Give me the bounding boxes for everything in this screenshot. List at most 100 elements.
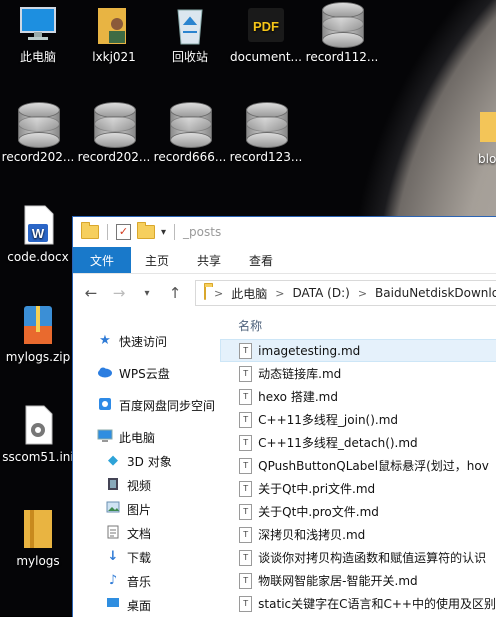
desktop-icon-label: record666... — [153, 150, 227, 164]
markdown-file-icon: T — [239, 411, 253, 428]
desktop-icon-record-202-b[interactable]: record202... — [76, 102, 152, 164]
title-bar: ✓ ▾ _posts — [73, 217, 496, 247]
breadcrumb-this-pc[interactable]: 此电脑 — [231, 285, 267, 302]
file-row[interactable]: Tstatic关键字在C语言和C++中的使用及区别 — [220, 592, 496, 615]
desktop-icon-label: blo — [478, 152, 496, 166]
markdown-file-icon: T — [239, 549, 253, 566]
desktop-icon-sscom-ini[interactable]: sscom51.ini — [0, 402, 76, 464]
sidebar-item-label: 图片 — [127, 502, 152, 517]
up-arrow-icon[interactable]: ↑ — [167, 284, 183, 302]
sidebar-item-desktop[interactable]: 桌面 — [73, 593, 220, 617]
desktop-icon-pdf-document[interactable]: PDF document... — [228, 2, 304, 64]
zip-icon — [16, 302, 60, 346]
cloud-icon — [97, 365, 113, 381]
ribbon-tabs: 文件 主页 共享 查看 — [73, 247, 496, 274]
chevron-right-icon[interactable]: > — [214, 287, 223, 300]
back-arrow-icon[interactable]: ← — [83, 284, 99, 302]
file-row[interactable]: T QPushButtonQLabel鼠标悬浮(划过，hov — [220, 454, 496, 477]
computer-icon — [97, 429, 113, 445]
file-name: C++11多线程_join().md — [258, 413, 399, 427]
breadcrumb-data-drive[interactable]: DATA (D:) — [292, 286, 349, 300]
svg-text:W: W — [32, 226, 45, 241]
sidebar-item-label: 下载 — [127, 550, 152, 565]
desktop-icon-record-123[interactable]: record123... — [228, 102, 304, 164]
chevron-right-icon[interactable]: > — [358, 287, 367, 300]
sidebar-item-baidu-sync[interactable]: 百度网盘同步空间 — [73, 393, 220, 417]
breadcrumb-baidunetdisk[interactable]: BaiduNetdiskDownloa — [375, 286, 496, 300]
sidebar-item-label: WPS云盘 — [119, 366, 170, 381]
file-name: 谈谈你对拷贝构造函数和赋值运算符的认识 — [258, 551, 487, 565]
file-explorer-window: ✓ ▾ _posts 文件 主页 共享 查看 ← → ▾ ↑ > 此电脑 > D… — [72, 216, 496, 617]
desktop-icon-mylogs-folder[interactable]: mylogs — [0, 506, 76, 568]
pdf-icon: PDF — [244, 2, 288, 46]
markdown-file-icon: T — [239, 388, 253, 405]
desktop-icon-record-112[interactable]: record112... — [304, 2, 380, 64]
desktop-icon-this-pc[interactable]: 此电脑 — [0, 2, 76, 64]
file-name: QPushButtonQLabel鼠标悬浮(划过，hov — [258, 459, 489, 473]
sidebar-item-label: 视频 — [127, 478, 152, 493]
chevron-right-icon[interactable]: > — [275, 287, 284, 300]
desktop-icon-code-docx[interactable]: W code.docx — [0, 202, 76, 264]
sidebar-item-documents[interactable]: 文档 — [73, 521, 220, 545]
sidebar-item-label: 桌面 — [127, 598, 152, 613]
tab-view[interactable]: 查看 — [235, 247, 287, 273]
desktop-icon-label: record202... — [77, 150, 151, 164]
file-name: hexo 搭建.md — [258, 390, 338, 404]
file-row[interactable]: T 关于Qt中.pro文件.md — [220, 500, 496, 523]
file-list-pane: 名称 Timagetesting.md T 动态链接库.md Thexo 搭建.m… — [220, 311, 496, 617]
desktop-icon — [105, 597, 121, 613]
divider — [107, 224, 108, 240]
sidebar-item-wps-cloud[interactable]: WPS云盘 — [73, 361, 220, 385]
file-name: 关于Qt中.pro文件.md — [258, 505, 379, 519]
file-row[interactable]: T C++11多线程_join().md — [220, 408, 496, 431]
database-icon — [320, 2, 364, 48]
markdown-file-icon: T — [239, 572, 253, 589]
desktop-icon-label: 此电脑 — [19, 50, 56, 64]
sidebar-item-quick-access[interactable]: ★ 快速访问 — [73, 329, 220, 353]
tab-home[interactable]: 主页 — [131, 247, 183, 273]
sidebar-item-this-pc[interactable]: 此电脑 — [73, 425, 220, 449]
desktop-icon-label: sscom51.ini — [2, 450, 74, 464]
file-row[interactable]: T 关于Qt中.pri文件.md — [220, 477, 496, 500]
file-row[interactable]: Timagetesting.md — [220, 339, 496, 362]
markdown-file-icon: T — [239, 503, 253, 520]
recent-locations-chevron-icon[interactable]: ▾ — [139, 288, 155, 299]
folder-icon — [81, 222, 99, 239]
sidebar-item-videos[interactable]: 视频 — [73, 473, 220, 497]
music-icon: ♪ — [108, 573, 118, 588]
file-row[interactable]: T 动态链接库.md — [220, 362, 496, 385]
sidebar-item-music[interactable]: ♪ 音乐 — [73, 569, 220, 593]
sidebar-item-label: 快速访问 — [119, 334, 168, 349]
file-row[interactable]: Thexo 搭建.md — [220, 385, 496, 408]
word-icon: W — [16, 202, 60, 246]
tab-file[interactable]: 文件 — [73, 247, 132, 273]
new-folder-icon[interactable] — [137, 222, 155, 239]
properties-icon[interactable]: ✓ — [116, 224, 131, 240]
markdown-file-icon: T — [239, 526, 253, 543]
baidu-netdisk-icon — [97, 397, 113, 413]
file-row[interactable]: T 物联网智能家居-智能开关.md — [220, 569, 496, 592]
sidebar-item-downloads[interactable]: ↓ 下载 — [73, 545, 220, 569]
column-header-name[interactable]: 名称 — [220, 311, 496, 339]
cube-icon: ◆ — [108, 453, 118, 468]
desktop-icon-user-folder[interactable]: lxkj021 — [76, 2, 152, 64]
tab-share[interactable]: 共享 — [183, 247, 235, 273]
address-bar[interactable]: > 此电脑 > DATA (D:) > BaiduNetdiskDownloa — [195, 280, 496, 306]
desktop-icon-label: mylogs — [16, 554, 60, 568]
desktop-icon-label: document... — [230, 50, 302, 64]
desktop-icon-mylogs-zip[interactable]: mylogs.zip — [0, 302, 76, 364]
folder-icon — [476, 104, 496, 148]
sidebar-item-label: 文档 — [127, 526, 152, 541]
file-row[interactable]: T 谈谈你对拷贝构造函数和赋值运算符的认识 — [220, 546, 496, 569]
desktop-icon-record-202-a[interactable]: record202... — [0, 102, 76, 164]
sidebar-item-pictures[interactable]: 图片 — [73, 497, 220, 521]
desktop-icon-blog-folder[interactable]: blo — [460, 104, 496, 166]
file-row[interactable]: T 深拷贝和浅拷贝.md — [220, 523, 496, 546]
customize-toolbar-icon[interactable]: ▾ — [161, 227, 166, 238]
desktop-icon-record-666[interactable]: record666... — [152, 102, 228, 164]
forward-arrow-icon[interactable]: → — [111, 284, 127, 302]
file-row[interactable]: T C++11多线程_detach().md — [220, 431, 496, 454]
desktop-icon-recycle-bin[interactable]: 回收站 — [152, 2, 228, 64]
sidebar-item-3d-objects[interactable]: ◆ 3D 对象 — [73, 449, 220, 473]
file-name: 深拷贝和浅拷贝.md — [258, 528, 366, 542]
